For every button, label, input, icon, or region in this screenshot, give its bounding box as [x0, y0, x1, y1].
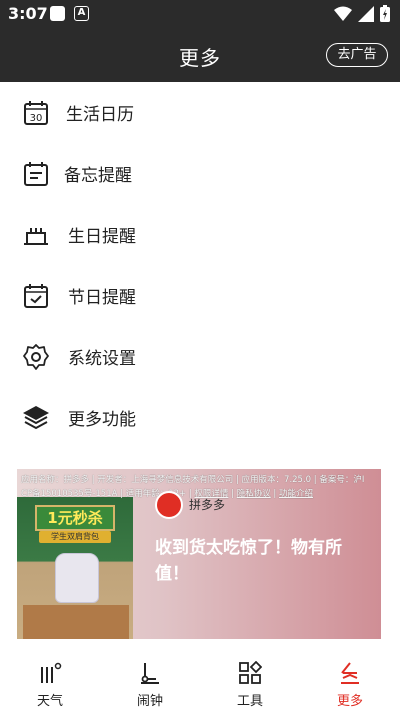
status-time: 3:07 — [8, 4, 48, 23]
app-header: 更多 去广告 — [0, 28, 400, 82]
more-icon — [341, 662, 359, 684]
more-menu: 30 生活日历 备忘提醒 生日提醒 节日提醒 系统设置 更多功能 — [0, 82, 400, 448]
privacy-link[interactable]: 隐私协议 — [237, 489, 271, 499]
features-link[interactable]: 功能介绍 — [279, 489, 313, 499]
menu-label: 备忘提醒 — [64, 166, 132, 186]
app-notification-icon: A — [74, 6, 89, 21]
menu-item-system-settings[interactable]: 系统设置 — [0, 326, 400, 387]
tab-label: 更多 — [336, 694, 363, 709]
status-icons — [334, 5, 390, 22]
ad-banner[interactable]: 1元秒杀 学生双肩背包 应用名称：拼多多 | 开发者：上海寻梦信息技术有限公司 … — [17, 469, 381, 639]
wifi-icon — [334, 6, 352, 21]
menu-item-holiday-reminder[interactable]: 节日提醒 — [0, 265, 400, 326]
desk-image — [23, 605, 129, 639]
tab-tools[interactable]: 工具 — [200, 651, 300, 711]
gear-icon — [22, 343, 50, 371]
tab-alarm[interactable]: 闹钟 — [100, 651, 200, 711]
birthday-cake-icon — [22, 221, 50, 249]
menu-label: 系统设置 — [68, 349, 136, 369]
ad-slogan: 收到货太吃惊了！物有所值！ — [155, 538, 342, 584]
backpack-image — [55, 553, 99, 603]
tab-label: 天气 — [36, 694, 63, 709]
menu-item-life-calendar[interactable]: 30 生活日历 — [0, 82, 400, 143]
alarm-icon — [141, 663, 159, 684]
battery-icon — [380, 5, 390, 22]
status-bar: 3:07 A — [0, 0, 400, 28]
tab-label: 闹钟 — [136, 694, 163, 709]
tab-weather[interactable]: 天气 — [0, 651, 100, 711]
remove-ads-button[interactable]: 去广告 — [326, 43, 388, 67]
memo-icon — [22, 160, 50, 188]
menu-label: 生活日历 — [66, 105, 134, 125]
ad-board-text: 1元秒杀 — [35, 505, 115, 531]
bottom-tab-bar: 天气 闹钟 工具 更多 — [0, 651, 400, 711]
menu-item-memo-reminder[interactable]: 备忘提醒 — [0, 143, 400, 204]
menu-item-more-features[interactable]: 更多功能 — [0, 387, 400, 448]
menu-label: 更多功能 — [68, 410, 136, 430]
menu-label: 节日提醒 — [68, 288, 136, 308]
holiday-calendar-check-icon — [22, 282, 50, 310]
ad-brand-name: 拼多多 — [189, 498, 226, 512]
ad-info-line-1: 应用名称：拼多多 | 开发者：上海寻梦信息技术有限公司 | 应用版本：7.25.… — [21, 475, 365, 485]
tools-grid-icon — [239, 661, 262, 684]
tab-label: 工具 — [236, 694, 263, 709]
menu-item-birthday-reminder[interactable]: 生日提醒 — [0, 204, 400, 265]
ad-board-subtext: 学生双肩背包 — [39, 531, 111, 543]
brand-logo-icon — [155, 491, 183, 519]
weather-bars-icon — [41, 662, 62, 683]
signal-icon — [358, 5, 374, 22]
svg-text:30: 30 — [30, 113, 43, 124]
tab-more[interactable]: 更多 — [300, 651, 400, 711]
calendar-30-icon: 30 — [22, 99, 50, 127]
notification-icon — [50, 6, 65, 21]
menu-label: 生日提醒 — [68, 227, 136, 247]
layers-icon — [22, 404, 50, 432]
